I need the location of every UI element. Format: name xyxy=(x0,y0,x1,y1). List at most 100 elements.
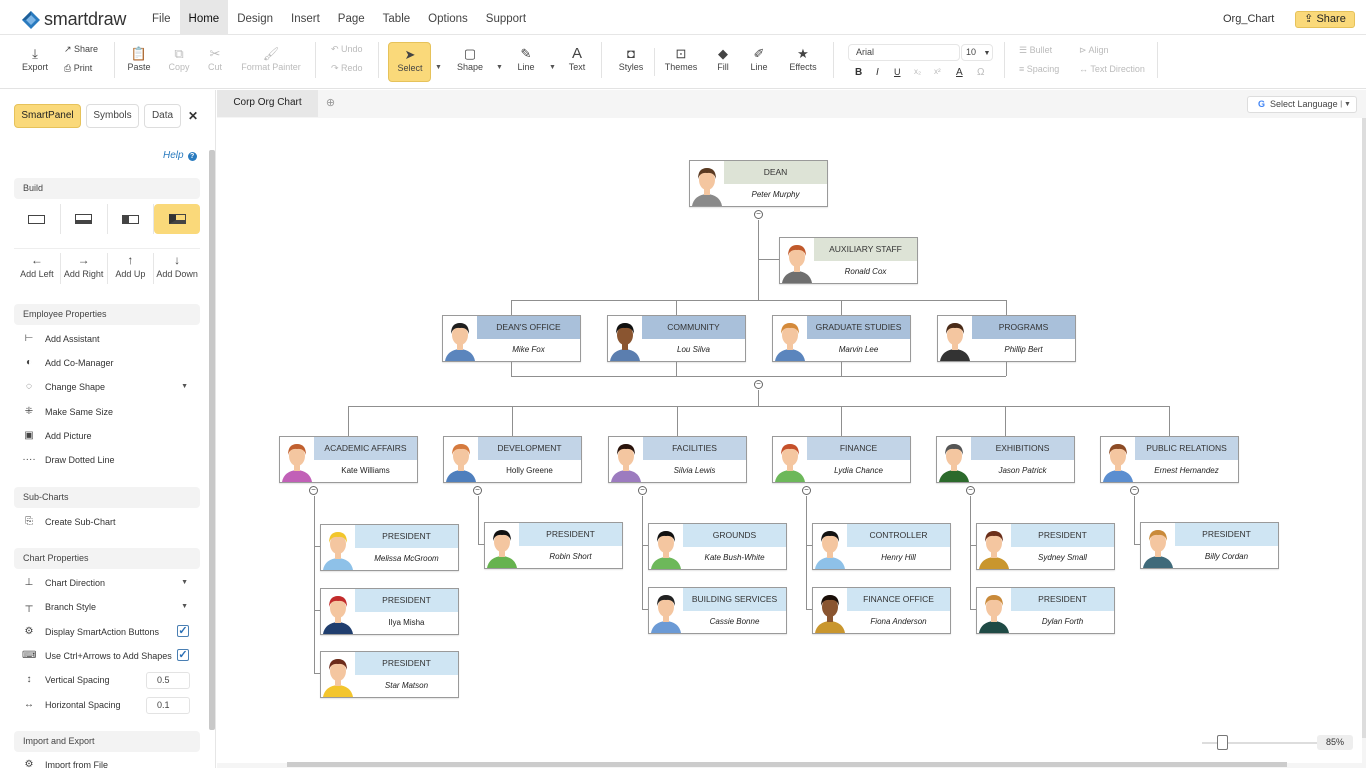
org-chart-card[interactable]: GRADUATE STUDIES Marvin Lee xyxy=(772,315,911,362)
ctrl-arrows-checkbox[interactable]: ✓ xyxy=(177,649,189,661)
org-chart-card[interactable]: FINANCE Lydia Chance xyxy=(772,436,911,483)
add-picture-item[interactable]: ▣ Add Picture xyxy=(22,430,192,441)
font-family-select[interactable]: Arial xyxy=(848,44,960,61)
org-chart-card[interactable]: FINANCE OFFICE Fiona Anderson xyxy=(812,587,951,634)
build-photo-split-button[interactable] xyxy=(154,204,200,234)
add-right-button[interactable]: → Add Right xyxy=(61,253,108,284)
add-up-button[interactable]: ↑ Add Up xyxy=(108,253,155,284)
org-chart-card[interactable]: PRESIDENT Dylan Forth xyxy=(976,587,1115,634)
org-chart-card[interactable]: PUBLIC RELATIONS Ernest Hernandez xyxy=(1100,436,1239,483)
export-button[interactable]: ⤓ Export xyxy=(20,46,50,72)
tab-symbols[interactable]: Symbols xyxy=(86,104,139,128)
chart-direction-item[interactable]: ⊥ Chart Direction ▼ xyxy=(22,577,192,588)
menu-home[interactable]: Home xyxy=(179,0,229,35)
copy-button[interactable]: ⧉ Copy xyxy=(165,46,193,72)
font-size-select[interactable]: 10 ▼ xyxy=(961,44,993,61)
add-co-manager-item[interactable]: ◐ Add Co-Manager xyxy=(22,357,192,368)
build-photo-button[interactable] xyxy=(108,204,155,234)
line-dropdown-caret[interactable]: ▼ xyxy=(549,64,556,71)
org-chart-card[interactable]: PRESIDENT Billy Cordan xyxy=(1140,522,1279,569)
share-tool-button[interactable]: ↗ Share xyxy=(64,44,98,55)
format-painter-button[interactable]: 🖌 Format Painter xyxy=(238,46,304,72)
org-chart-card[interactable]: EXHIBITIONS Jason Patrick xyxy=(936,436,1075,483)
org-chart-card[interactable]: PRESIDENT Robin Short xyxy=(484,522,623,569)
drawing-page[interactable]: DEAN Peter Murphy − AUXILIARY STAFF Ronal… xyxy=(217,118,1362,763)
draw-dotted-line-item[interactable]: ···· Draw Dotted Line xyxy=(22,454,192,465)
special-char-button[interactable]: Ω xyxy=(977,67,984,78)
bold-button[interactable]: B xyxy=(855,67,862,78)
underline-button[interactable]: U xyxy=(894,67,901,77)
build-rect-button[interactable] xyxy=(14,204,61,234)
add-tab-button[interactable]: ⊕ xyxy=(318,90,343,117)
branch-style-item[interactable]: ┬ Branch Style ▼ xyxy=(22,601,192,612)
make-same-size-item[interactable]: ⁜ Make Same Size xyxy=(22,406,192,417)
create-sub-chart-item[interactable]: ⎘ Create Sub-Chart xyxy=(22,516,192,527)
org-chart-card[interactable]: PRESIDENT Melissa McGroom xyxy=(320,524,459,571)
org-chart-card[interactable]: COMMUNITY Lou Silva xyxy=(607,315,746,362)
tab-data[interactable]: Data xyxy=(144,104,181,128)
add-left-button[interactable]: ← Add Left xyxy=(14,253,61,284)
collapse-toggle[interactable]: − xyxy=(802,486,811,495)
shape-dropdown-caret[interactable]: ▼ xyxy=(496,64,503,71)
org-chart-card[interactable]: ACADEMIC AFFAIRS Kate Williams xyxy=(279,436,418,483)
collapse-toggle[interactable]: − xyxy=(309,486,318,495)
org-chart-card[interactable]: PRESIDENT Star Matson xyxy=(320,651,459,698)
effects-button[interactable]: ★ Effects xyxy=(787,46,819,72)
help-link[interactable]: Help? xyxy=(163,150,197,161)
redo-button[interactable]: ↷ Redo xyxy=(331,63,363,74)
org-chart-card[interactable]: FACILITIES Silvia Lewis xyxy=(608,436,747,483)
tab-smartpanel[interactable]: SmartPanel xyxy=(14,104,81,128)
collapse-toggle[interactable]: − xyxy=(638,486,647,495)
spacing-button[interactable]: ≡ Spacing xyxy=(1019,64,1059,74)
collapse-toggle[interactable]: − xyxy=(473,486,482,495)
print-button[interactable]: ⎙ Print xyxy=(64,63,92,74)
org-chart-card[interactable]: PRESIDENT Sydney Small xyxy=(976,523,1115,570)
collapse-toggle[interactable]: − xyxy=(754,380,763,389)
text-button[interactable]: A Text xyxy=(566,46,588,73)
shape-button[interactable]: ▢ Shape xyxy=(455,46,485,72)
org-chart-card[interactable]: AUXILIARY STAFF Ronald Cox xyxy=(779,237,918,284)
share-button[interactable]: ⇪ Share xyxy=(1295,11,1355,28)
org-chart-card[interactable]: DEVELOPMENT Holly Greene xyxy=(443,436,582,483)
org-chart-card[interactable]: GROUNDS Kate Bush-White xyxy=(648,523,787,570)
org-chart-card[interactable]: BUILDING SERVICES Cassie Bonne xyxy=(648,587,787,634)
line-style-button[interactable]: ✐ Line xyxy=(748,46,770,72)
horizontal-spacing-input[interactable]: 0.1 xyxy=(146,697,190,714)
menu-insert[interactable]: Insert xyxy=(282,0,329,35)
menu-design[interactable]: Design xyxy=(228,0,282,35)
add-assistant-item[interactable]: ⊢ Add Assistant xyxy=(22,333,192,344)
org-chart-card[interactable]: PROGRAMS Phillip Bert xyxy=(937,315,1076,362)
import-from-file-item[interactable]: ⚙ Import from File xyxy=(22,759,192,768)
styles-button[interactable]: ◘ Styles xyxy=(617,46,645,72)
vertical-scrollbar[interactable] xyxy=(1362,118,1366,738)
select-language-dropdown[interactable]: G Select Language | ▼ xyxy=(1247,96,1357,113)
add-down-button[interactable]: ↓ Add Down xyxy=(154,253,200,284)
select-button-content[interactable]: ➤ Select xyxy=(390,47,430,73)
paste-button[interactable]: 📋 Paste xyxy=(124,46,154,72)
superscript-button[interactable]: x² xyxy=(934,67,941,76)
subscript-button[interactable]: x₂ xyxy=(914,67,921,76)
text-direction-button[interactable]: ↔ Text Direction xyxy=(1079,64,1145,74)
bullet-button[interactable]: ☰ Bullet xyxy=(1019,45,1052,56)
select-dropdown-caret[interactable]: ▼ xyxy=(435,64,442,71)
org-chart-card[interactable]: CONTROLLER Henry Hill xyxy=(812,523,951,570)
close-panel-icon[interactable]: ✕ xyxy=(188,109,198,123)
side-panel-scrollbar[interactable] xyxy=(209,150,215,730)
org-chart-card[interactable]: DEAN Peter Murphy xyxy=(689,160,828,207)
build-split-button[interactable] xyxy=(61,204,108,234)
vertical-spacing-input[interactable]: 0.5 xyxy=(146,672,190,689)
menu-table[interactable]: Table xyxy=(374,0,420,35)
line-button[interactable]: ✎ Line xyxy=(514,46,538,72)
italic-button[interactable]: I xyxy=(876,67,879,78)
org-chart-card[interactable]: DEAN'S OFFICE Mike Fox xyxy=(442,315,581,362)
org-chart-card[interactable]: PRESIDENT Ilya Misha xyxy=(320,588,459,635)
fill-button[interactable]: ◆ Fill xyxy=(714,46,732,72)
themes-button[interactable]: ⊡ Themes xyxy=(664,46,698,72)
tab-corp-org-chart[interactable]: Corp Org Chart xyxy=(217,90,318,117)
display-smartaction-checkbox[interactable]: ✓ xyxy=(177,625,189,637)
collapse-toggle[interactable]: − xyxy=(1130,486,1139,495)
font-color-button[interactable]: A xyxy=(956,67,963,78)
menu-file[interactable]: File xyxy=(143,0,180,35)
horizontal-scrollbar[interactable] xyxy=(287,762,1287,767)
collapse-toggle[interactable]: − xyxy=(754,210,763,219)
